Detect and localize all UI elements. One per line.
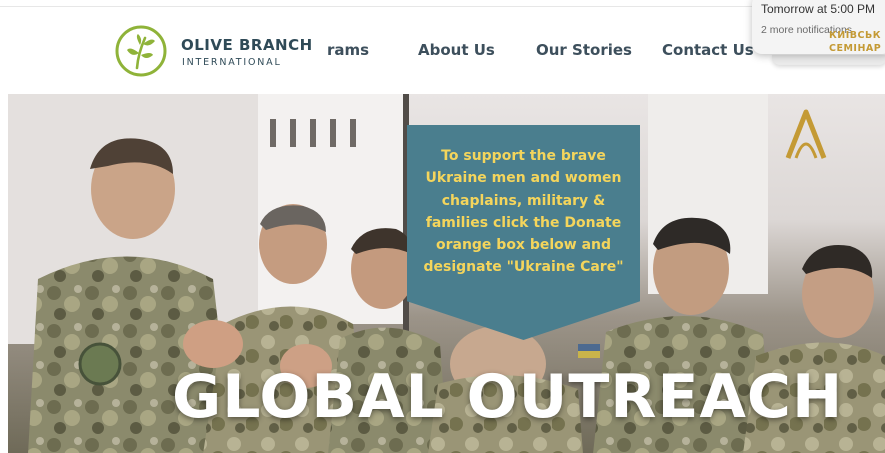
seminary-logo-icon: [785, 109, 827, 159]
hero-title: GLOBAL OUTREACH: [172, 362, 844, 432]
brand-name: OLIVE BRANCH: [181, 36, 313, 54]
nav-item-programs[interactable]: rams: [327, 41, 369, 59]
notification-stack-edge: [772, 55, 885, 65]
notification-title: Tomorrow at 5:00 PM: [761, 2, 876, 16]
seminary-name-line1: КИЇВСЬК: [829, 30, 881, 41]
brand-logo[interactable]: OLIVE BRANCH INTERNATIONAL: [114, 24, 344, 80]
donate-callout-text: To support the brave Ukraine men and wom…: [423, 148, 624, 276]
nav-item-contact-us[interactable]: Contact Us: [662, 41, 754, 59]
nav-item-our-stories[interactable]: Our Stories: [536, 41, 632, 59]
olive-branch-icon: [115, 25, 167, 77]
brand-subtitle: INTERNATIONAL: [182, 57, 282, 68]
seminary-name-line2: СЕМІНАР: [829, 43, 882, 54]
nav-item-about-us[interactable]: About Us: [418, 41, 495, 59]
